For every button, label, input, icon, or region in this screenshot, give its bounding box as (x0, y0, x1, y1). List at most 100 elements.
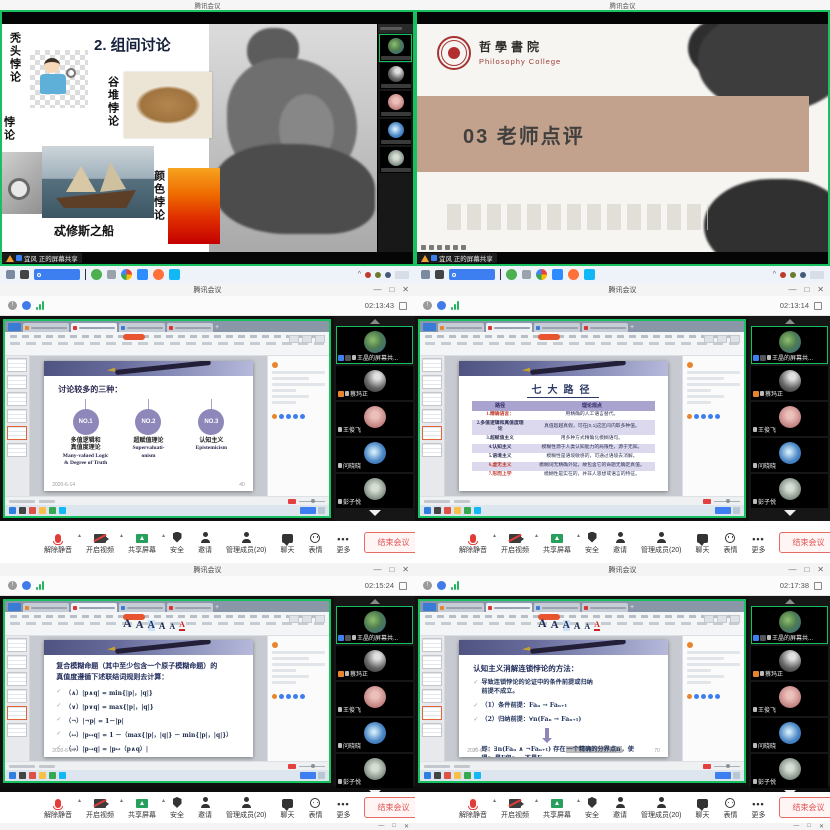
more-button[interactable]: ••• 更多 (751, 795, 765, 820)
slide-thumbnail-panel[interactable] (5, 636, 30, 761)
participant-tile[interactable]: 王俊飞 (751, 402, 828, 436)
participant-tile[interactable]: 问晓晓 (336, 718, 413, 752)
chrome-icon[interactable] (536, 269, 547, 280)
font-size-presets[interactable]: AAAAAA (123, 616, 185, 631)
slide-thumbnail-selected[interactable] (422, 706, 442, 720)
participant-tile[interactable]: 蔡玛正 (751, 366, 828, 400)
participant-sidebar[interactable]: 王晶的屏幕共... 蔡玛正 王俊飞 问晓晓 彭子悦 (334, 316, 415, 521)
comment-toolbar[interactable] (687, 694, 740, 699)
emoji-button[interactable]: 表情 (723, 530, 737, 555)
slide-thumbnail-selected[interactable] (7, 706, 27, 720)
participant-tile[interactable]: 蔡玛正 (336, 366, 413, 400)
close-button[interactable]: ✕ (817, 285, 824, 294)
slide-thumbnail[interactable] (422, 375, 442, 389)
participant-tile[interactable] (380, 147, 411, 173)
start-icon[interactable] (9, 772, 16, 779)
security-button[interactable]: 安全 (585, 795, 599, 820)
ribbon-view-buttons[interactable] (704, 335, 740, 343)
taskbar-app-icon[interactable] (434, 772, 441, 779)
start-icon[interactable] (424, 772, 431, 779)
ribbon-view-buttons[interactable] (289, 335, 325, 343)
info-icon[interactable]: ! (423, 581, 432, 590)
minimize-button[interactable]: — (788, 285, 796, 294)
participant-sidebar[interactable]: 王晶的屏幕共... 蔡玛正 王俊飞 问晓晓 彭子悦 (334, 596, 415, 786)
invite-button[interactable]: 邀请 (613, 795, 627, 820)
ribbon-view-buttons[interactable] (704, 615, 740, 623)
participant-tile[interactable]: 问晓晓 (751, 718, 828, 752)
tim-icon[interactable] (584, 269, 595, 280)
new-tab-icon[interactable]: + (630, 604, 634, 611)
taskbar-app-icon[interactable] (19, 772, 26, 779)
slide-thumbnail[interactable] (7, 392, 27, 406)
slide-thumbnail[interactable] (7, 655, 27, 669)
participant-filmstrip[interactable] (377, 24, 413, 252)
record-icon[interactable] (703, 499, 711, 504)
ribbon-toolbar[interactable]: AAAAAA (5, 612, 329, 636)
participant-tile[interactable]: 王俊飞 (336, 402, 413, 436)
document-tab-strip[interactable]: + (5, 601, 329, 612)
document-tab[interactable] (534, 323, 580, 332)
slide-thumbnail[interactable] (422, 358, 442, 372)
document-tab[interactable] (167, 323, 213, 332)
slide-thumbnail[interactable] (7, 409, 27, 423)
folder-icon[interactable] (39, 772, 46, 779)
meeting-app-icon[interactable] (552, 269, 563, 280)
shield-check-icon[interactable] (437, 301, 446, 310)
slide-thumbnail[interactable] (422, 443, 442, 457)
maximize-button[interactable]: □ (389, 285, 394, 294)
scroll-up-icon[interactable] (370, 319, 380, 324)
wechat-icon[interactable] (506, 269, 517, 280)
end-meeting-button[interactable]: 结束会议 (364, 532, 415, 553)
participant-tile[interactable] (380, 119, 411, 145)
shield-check-icon[interactable] (22, 301, 31, 310)
maximize-button[interactable]: □ (389, 565, 394, 574)
browser-icon[interactable] (29, 507, 36, 514)
taskbar-app-icon[interactable] (20, 270, 29, 279)
tim-icon[interactable] (169, 269, 180, 280)
slide-thumbnail[interactable] (422, 723, 442, 737)
taskbar-app-icon[interactable] (59, 507, 66, 514)
start-icon[interactable] (9, 507, 16, 514)
end-meeting-button[interactable]: 结束会议 (779, 532, 830, 553)
ribbon-toolbar[interactable]: AAAAAA (420, 612, 744, 636)
presenter-taskbar[interactable] (5, 770, 329, 781)
info-icon[interactable]: ! (8, 301, 17, 310)
share-options-caret-icon[interactable]: ▴ (577, 797, 580, 804)
participant-tile[interactable]: 问晓晓 (751, 438, 828, 472)
maximize-button[interactable]: □ (804, 565, 809, 574)
participant-tile[interactable]: 彭子悦 (751, 474, 828, 508)
slide-thumbnail[interactable] (422, 655, 442, 669)
manage-members-button[interactable]: 管理成员(20) (641, 795, 681, 820)
start-video-button[interactable]: 开启视频▴ (501, 795, 529, 820)
slide-thumbnail[interactable] (422, 392, 442, 406)
document-tab-active[interactable] (486, 323, 532, 332)
more-button[interactable]: ••• 更多 (336, 795, 350, 820)
participant-tile[interactable] (380, 91, 411, 117)
participant-tile[interactable]: 蔡玛正 (751, 646, 828, 680)
share-options-caret-icon[interactable]: ▴ (577, 532, 580, 539)
scroll-up-icon[interactable] (785, 599, 795, 604)
record-icon[interactable] (703, 764, 711, 769)
participant-tile[interactable]: 王晶的屏幕共... (751, 606, 828, 644)
invite-button[interactable]: 邀请 (613, 530, 627, 555)
unmute-button[interactable]: 解除静音▴ (44, 795, 72, 820)
window-titlebar[interactable]: 腾讯会议 (415, 0, 830, 10)
participant-tile[interactable] (380, 35, 411, 61)
document-tab-strip[interactable]: + (5, 321, 329, 332)
security-button[interactable]: 安全 (585, 530, 599, 555)
start-video-button[interactable]: 开启视频▴ (86, 795, 114, 820)
emoji-button[interactable]: 表情 (308, 795, 322, 820)
taskbar-app-icon[interactable] (464, 507, 471, 514)
invite-button[interactable]: 邀请 (198, 530, 212, 555)
participant-tile[interactable]: 王晶的屏幕共... (336, 606, 413, 644)
window-titlebar[interactable]: 腾讯会议 —□✕ (0, 563, 415, 576)
fullscreen-icon[interactable] (814, 582, 822, 590)
document-tab-active[interactable] (486, 603, 532, 612)
taskbar-app-icon[interactable] (59, 772, 66, 779)
comment-toolbar[interactable] (272, 414, 325, 419)
chat-button[interactable]: 聊天 (280, 795, 294, 820)
zoom-slider[interactable] (703, 499, 740, 504)
meeting-app-icon[interactable] (137, 269, 148, 280)
browser-icon[interactable] (444, 507, 451, 514)
participant-tile[interactable]: 王晶的屏幕共... (751, 326, 828, 364)
